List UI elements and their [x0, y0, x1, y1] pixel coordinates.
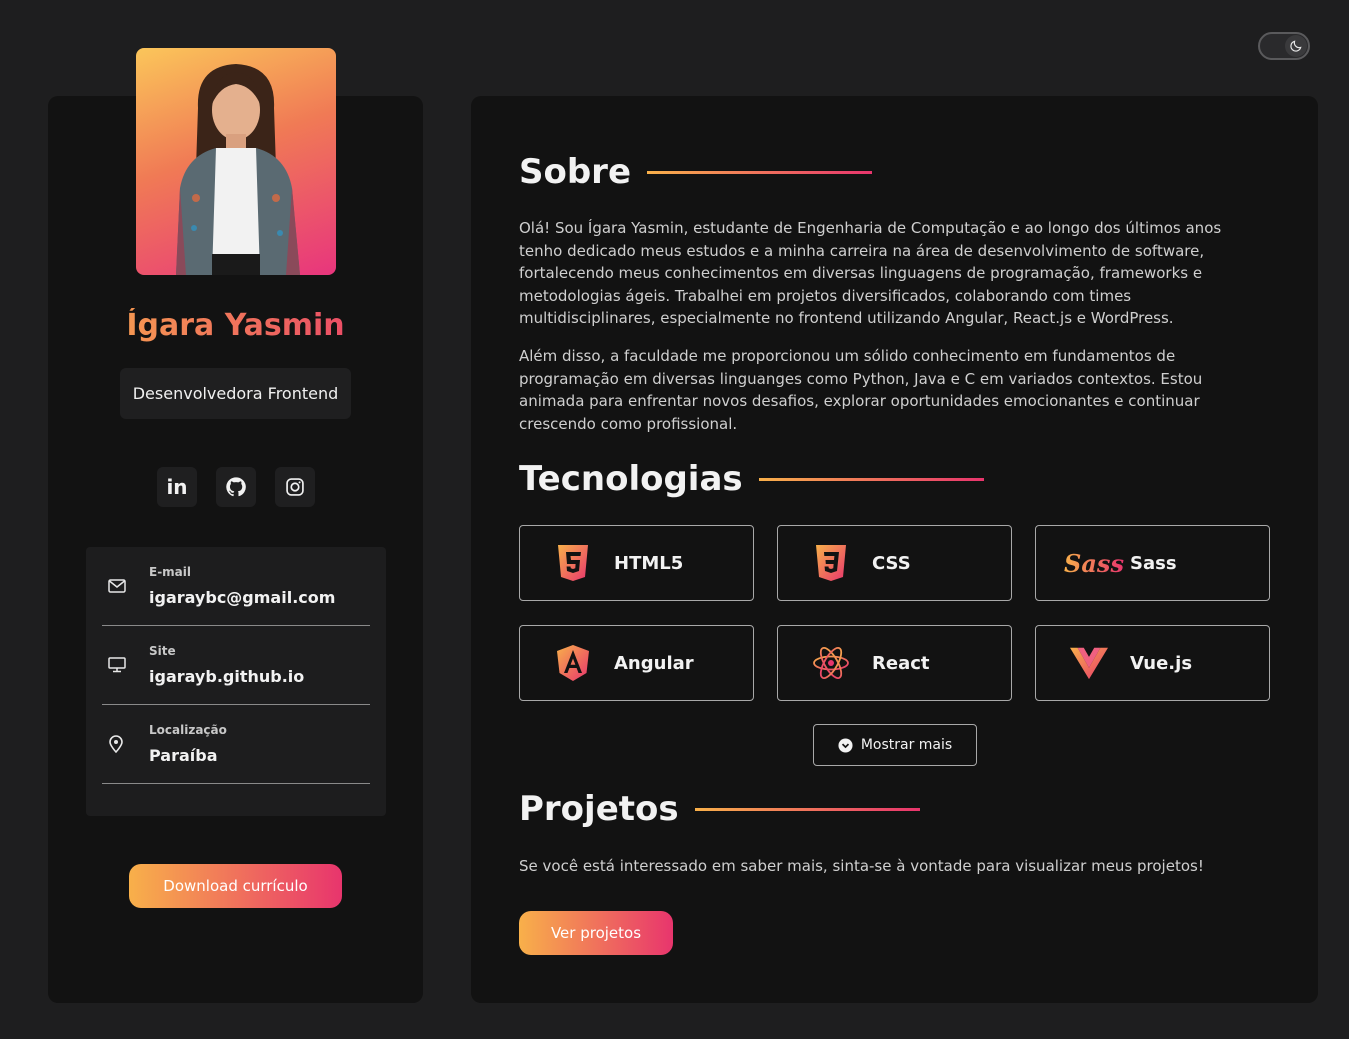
chevron-down-circle-icon	[838, 737, 853, 753]
contact-email-label: E-mail	[149, 565, 192, 579]
about-title-text: Sobre	[519, 152, 632, 192]
tech-title-text: Tecnologias	[519, 459, 743, 499]
tech-name-angular: Angular	[614, 652, 694, 674]
contact-location: Localização Paraíba	[102, 705, 370, 784]
mail-icon	[108, 579, 126, 593]
map-pin-icon	[109, 735, 123, 753]
tech-name-react: React	[872, 652, 930, 674]
instagram-icon	[286, 478, 304, 496]
angular-icon	[554, 644, 592, 682]
tech-name-vue: Vue.js	[1130, 652, 1193, 674]
tech-name-sass: Sass	[1130, 552, 1177, 574]
tech-grid: HTML5 CSS Sass Sass Angular React Vue.js	[519, 525, 1270, 701]
theme-toggle[interactable]	[1258, 32, 1310, 60]
show-more-label: Mostrar mais	[860, 737, 953, 753]
moon-icon	[1285, 35, 1307, 57]
view-projects-button[interactable]: Ver projetos	[519, 911, 673, 955]
contact-email: E-mail igaraybc@gmail.com	[102, 547, 370, 626]
contact-site-label: Site	[149, 644, 176, 658]
tech-card-html5: HTML5	[519, 525, 754, 601]
css3-icon	[812, 544, 850, 582]
profile-name: Ígara Yasmin	[48, 308, 423, 343]
profile-sidebar: Ígara Yasmin Desenvolvedora Frontend in …	[48, 48, 423, 1003]
linkedin-icon: in	[166, 475, 188, 499]
projects-text: Se você está interessado em saber mais, …	[519, 857, 1204, 875]
tech-name-css: CSS	[872, 552, 911, 574]
react-icon	[812, 644, 850, 682]
html5-icon	[554, 544, 592, 582]
contact-site-value[interactable]: igarayb.github.io	[149, 667, 304, 686]
tech-card-vue: Vue.js	[1035, 625, 1270, 701]
projects-title: Projetos	[519, 789, 920, 829]
about-paragraph-1: Olá! Sou Ígara Yasmin, estudante de Enge…	[519, 219, 1222, 327]
tech-title-divider	[758, 477, 984, 481]
projects-title-divider	[694, 807, 920, 811]
profile-photo	[136, 48, 336, 275]
github-link[interactable]	[216, 467, 256, 507]
social-links: in	[157, 467, 315, 507]
contact-list: E-mail igaraybc@gmail.com Site igarayb.g…	[86, 547, 386, 816]
instagram-link[interactable]	[275, 467, 315, 507]
profile-role: Desenvolvedora Frontend	[120, 368, 351, 419]
linkedin-link[interactable]: in	[157, 467, 197, 507]
contact-location-value: Paraíba	[149, 746, 218, 765]
main-content: Sobre Olá! Sou Ígara Yasmin, estudante d…	[471, 96, 1318, 1003]
tech-card-angular: Angular	[519, 625, 754, 701]
tech-card-css: CSS	[777, 525, 1012, 601]
vue-icon	[1070, 644, 1108, 682]
about-title: Sobre	[519, 152, 873, 192]
tech-title: Tecnologias	[519, 459, 984, 499]
download-cv-button[interactable]: Download currículo	[129, 864, 342, 908]
contact-email-value[interactable]: igaraybc@gmail.com	[149, 588, 335, 607]
tech-card-react: React	[777, 625, 1012, 701]
monitor-icon	[108, 657, 126, 673]
contact-site: Site igarayb.github.io	[102, 626, 370, 705]
tech-card-sass: Sass Sass	[1035, 525, 1270, 601]
show-more-button[interactable]: Mostrar mais	[813, 724, 977, 766]
contact-location-label: Localização	[149, 723, 227, 737]
about-title-divider	[647, 170, 873, 174]
about-paragraph-2: Além disso, a faculdade me proporcionou …	[519, 347, 1203, 433]
sass-icon: Sass	[1064, 548, 1124, 578]
github-icon	[226, 477, 246, 497]
projects-title-text: Projetos	[519, 789, 679, 829]
tech-name-html5: HTML5	[614, 552, 684, 574]
